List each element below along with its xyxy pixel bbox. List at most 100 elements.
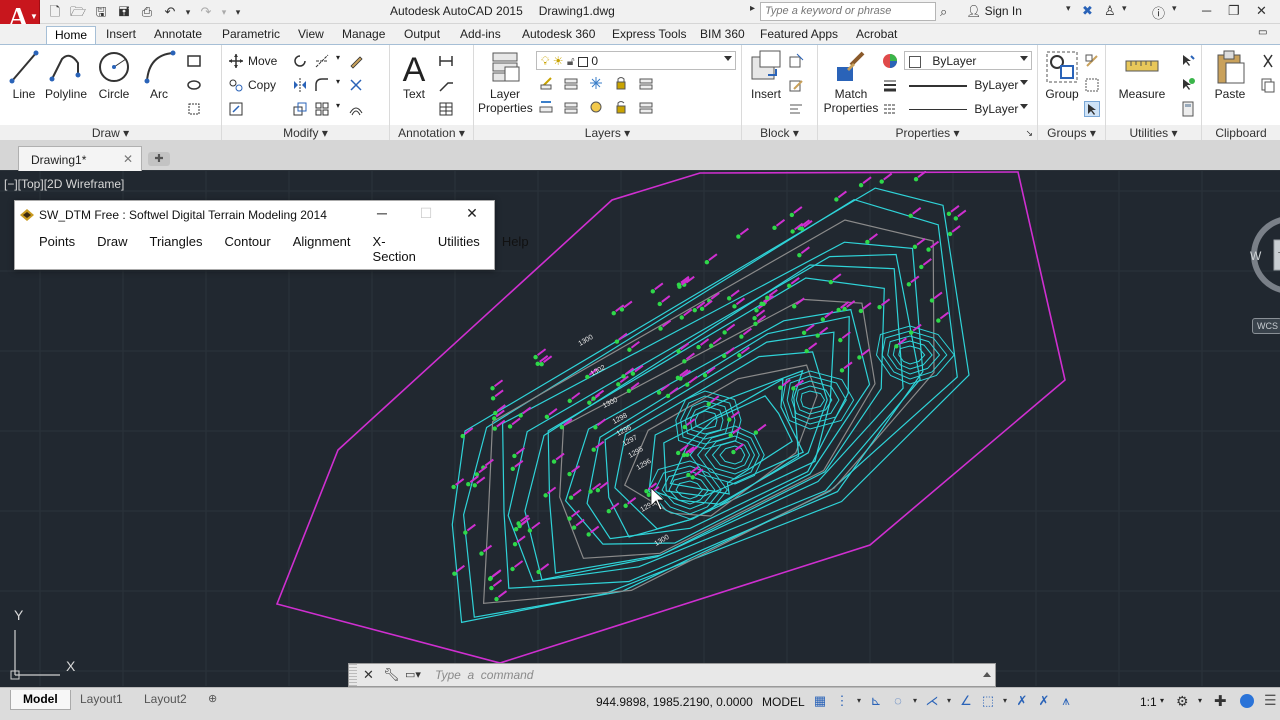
dtm-minimize-icon[interactable]: ─ xyxy=(367,205,397,225)
close-window-icon[interactable]: ✕ xyxy=(1256,3,1267,19)
rotate-icon[interactable] xyxy=(292,53,308,69)
object-snap-icon[interactable]: ⬚ xyxy=(980,693,996,709)
viewcube[interactable]: N W S TO xyxy=(1232,210,1280,320)
dtm-maximize-icon[interactable]: ☐ xyxy=(411,205,441,225)
viewport-controls[interactable]: [−][Top][2D Wireframe] xyxy=(4,177,124,191)
exchange-apps-icon[interactable]: ✖ xyxy=(1082,3,1093,19)
new-layout-icon[interactable]: ⊕ xyxy=(196,690,229,710)
draw-panel-label[interactable]: Draw ▾ xyxy=(0,125,221,141)
open-file-icon[interactable]: 🗁 xyxy=(69,3,87,21)
leader-icon[interactable] xyxy=(438,77,454,93)
ungroup-icon[interactable] xyxy=(1084,53,1100,69)
command-close-icon[interactable]: ✕ xyxy=(363,667,374,683)
select-similar-icon[interactable] xyxy=(1180,77,1196,93)
copy-button[interactable]: Copy xyxy=(228,77,276,93)
menu-utilities[interactable]: Utilities xyxy=(430,233,488,265)
search-input[interactable]: Type a keyword or phrase xyxy=(760,2,936,21)
layer-match-icon[interactable] xyxy=(638,75,654,91)
annotation-scale-icon[interactable]: ⩚ xyxy=(1058,693,1074,709)
tab-bim-360[interactable]: BIM 360 xyxy=(692,26,753,44)
tab-manage[interactable]: Manage xyxy=(334,26,393,44)
annotation-scale-value[interactable]: 1:1 xyxy=(1140,695,1157,709)
signin-dropdown-icon[interactable]: ▾ xyxy=(1066,3,1071,14)
tab-parametric[interactable]: Parametric xyxy=(214,26,288,44)
stretch-button[interactable] xyxy=(228,101,244,117)
object-snap-dropdown-icon[interactable]: ▾ xyxy=(1002,693,1008,709)
new-tab-button[interactable]: ✚ xyxy=(148,152,170,166)
paste-button[interactable]: Paste xyxy=(1206,49,1254,101)
command-line-grip[interactable] xyxy=(349,664,357,686)
command-history-arrow-icon[interactable] xyxy=(983,672,991,677)
stay-connected-icon[interactable]: ♙ xyxy=(1104,3,1116,19)
annotation-visibility-icon[interactable]: ✗ xyxy=(1014,693,1030,709)
tab-annotate[interactable]: Annotate xyxy=(146,26,210,44)
offset-icon[interactable] xyxy=(348,101,364,117)
search-icon[interactable]: ⌕ xyxy=(940,4,947,20)
scale-icon[interactable] xyxy=(292,101,308,117)
object-snap-tracking-icon[interactable]: ∠ xyxy=(958,693,974,709)
coordinate-readout[interactable]: 944.9898, 1985.2190, 0.0000 xyxy=(596,695,753,709)
tab-add-ins[interactable]: Add-ins xyxy=(452,26,509,44)
layer-unisolate-icon[interactable] xyxy=(563,99,579,115)
rectangle-icon[interactable] xyxy=(186,53,202,69)
help-dropdown-icon[interactable]: ▾ xyxy=(1172,3,1177,14)
group-selection-icon[interactable] xyxy=(1084,101,1100,117)
command-input[interactable] xyxy=(435,667,975,683)
layer-make-current-icon[interactable] xyxy=(538,99,554,115)
move-button[interactable]: Move xyxy=(228,53,277,69)
tab-express-tools[interactable]: Express Tools xyxy=(604,26,694,44)
scale-dropdown-icon[interactable]: ▾ xyxy=(1160,696,1164,705)
save-icon[interactable]: 🖫 xyxy=(92,3,110,21)
fillet-icon[interactable] xyxy=(314,77,330,93)
snap-icon[interactable]: ⋮ xyxy=(834,693,850,709)
connected-dropdown-icon[interactable]: ▾ xyxy=(1122,3,1127,14)
cut-icon[interactable] xyxy=(1260,53,1276,69)
layer-properties-button[interactable]: Layer Properties xyxy=(478,49,533,115)
calculator-icon[interactable] xyxy=(1180,101,1196,117)
layout-tab-layout2[interactable]: Layout2 xyxy=(132,690,199,710)
layer-thaw-all-icon[interactable] xyxy=(588,99,604,115)
polar-dropdown-icon[interactable]: ▾ xyxy=(912,693,918,709)
polyline-tool-button[interactable]: Polyline xyxy=(40,49,92,101)
annotation-monitor-icon[interactable]: ✚ xyxy=(1214,692,1227,710)
model-space-toggle[interactable]: MODEL xyxy=(762,695,805,709)
tab-featured-apps[interactable]: Featured Apps xyxy=(752,26,846,44)
command-customize-icon[interactable]: 🔧︎ xyxy=(383,667,400,683)
polar-icon[interactable]: ◌ xyxy=(890,693,906,709)
undo-icon[interactable]: ↶ xyxy=(161,3,179,21)
ribbon-minimize-icon[interactable]: ▭ xyxy=(1250,26,1275,44)
trim-icon[interactable] xyxy=(314,53,330,69)
edit-attributes-icon[interactable] xyxy=(788,101,804,117)
tab-view[interactable]: View xyxy=(290,26,332,44)
restore-window-icon[interactable]: ❐ xyxy=(1228,3,1240,19)
array-dropdown-icon[interactable]: ▾ xyxy=(336,101,342,117)
layout-tab-layout1[interactable]: Layout1 xyxy=(68,690,135,710)
minimize-window-icon[interactable]: ─ xyxy=(1202,3,1211,18)
layer-off-icon[interactable] xyxy=(538,75,554,91)
linear-dimension-icon[interactable] xyxy=(438,53,454,69)
fillet-dropdown-icon[interactable]: ▾ xyxy=(336,77,342,93)
ortho-icon[interactable]: ⊾ xyxy=(868,693,884,709)
arc-tool-button[interactable]: Arc xyxy=(135,49,183,101)
snap-dropdown-icon[interactable]: ▾ xyxy=(856,693,862,709)
menu-help[interactable]: Help xyxy=(494,233,537,265)
measure-button[interactable]: Measure xyxy=(1112,49,1172,101)
wcs-menu[interactable]: WCS xyxy=(1252,318,1280,334)
drawing-tab[interactable]: Drawing1* ✕ xyxy=(18,146,142,171)
annotation-panel-label[interactable]: Annotation ▾ xyxy=(390,125,473,141)
isolate-objects-icon[interactable] xyxy=(1240,694,1254,708)
layer-lock-icon[interactable] xyxy=(613,75,629,91)
expand-arrow-icon[interactable]: ▸ xyxy=(750,3,755,14)
linetype-dropdown[interactable]: ByLayer xyxy=(904,99,1032,118)
new-file-icon[interactable]: 🗋 xyxy=(46,3,64,21)
group-button[interactable]: Group xyxy=(1038,49,1086,101)
menu-contour[interactable]: Contour xyxy=(216,233,278,265)
sign-in-button[interactable]: 👤︎ Sign In xyxy=(966,4,1022,18)
trim-dropdown-icon[interactable]: ▾ xyxy=(336,53,342,69)
command-prompt-icon[interactable]: ▭▾ xyxy=(405,668,421,681)
text-tool-button[interactable]: A Text xyxy=(390,49,438,101)
group-edit-icon[interactable] xyxy=(1084,77,1100,93)
grid-icon[interactable]: ▦ xyxy=(812,693,828,709)
match-properties-button[interactable]: Match Properties xyxy=(822,49,880,115)
tab-insert[interactable]: Insert xyxy=(98,26,144,44)
